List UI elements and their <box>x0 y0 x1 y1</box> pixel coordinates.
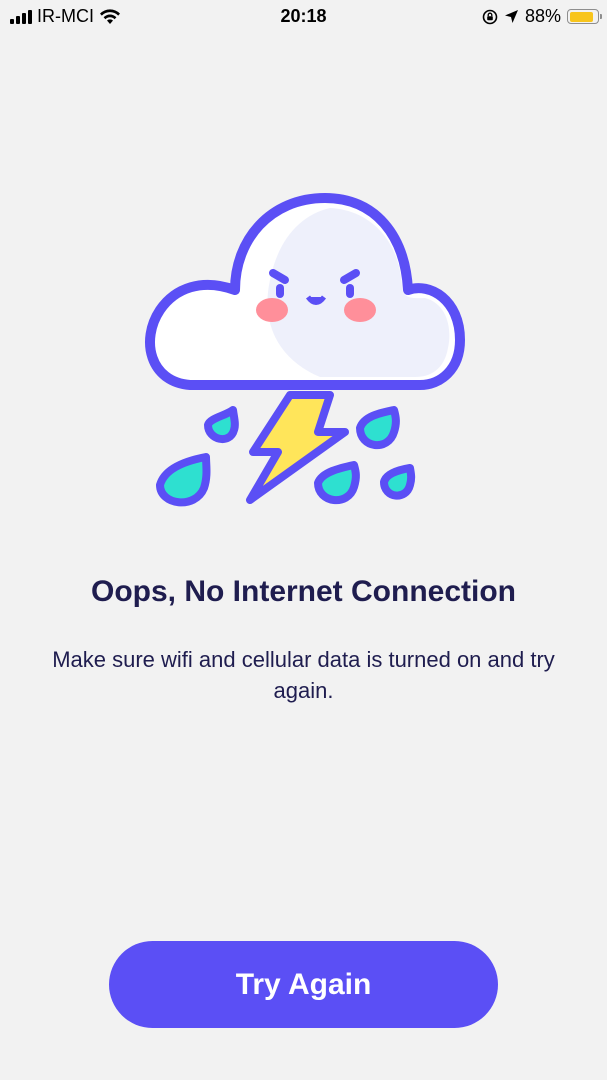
storm-cloud-icon <box>145 193 465 507</box>
right-blush <box>344 298 376 322</box>
status-right: 88% <box>482 6 602 27</box>
battery-percent: 88% <box>524 6 561 26</box>
error-message: Make sure wifi and cellular data is turn… <box>52 647 555 703</box>
location-arrow-icon <box>504 10 518 23</box>
status-bar: IR-MCI 20:18 88% <box>0 0 607 34</box>
battery-level <box>569 11 594 22</box>
raindrop-icon <box>204 406 239 443</box>
orientation-lock-icon <box>482 9 498 24</box>
raindrop-icon <box>356 406 400 450</box>
try-again-button[interactable]: Try Again <box>109 941 498 1028</box>
raindrop-icon <box>156 453 211 507</box>
battery-icon <box>567 9 602 24</box>
error-title: Oops, No Internet Connection <box>91 575 516 608</box>
mouth <box>305 295 327 305</box>
left-blush <box>256 298 288 322</box>
raindrop-icon <box>314 461 360 505</box>
raindrop-icon <box>380 464 416 500</box>
